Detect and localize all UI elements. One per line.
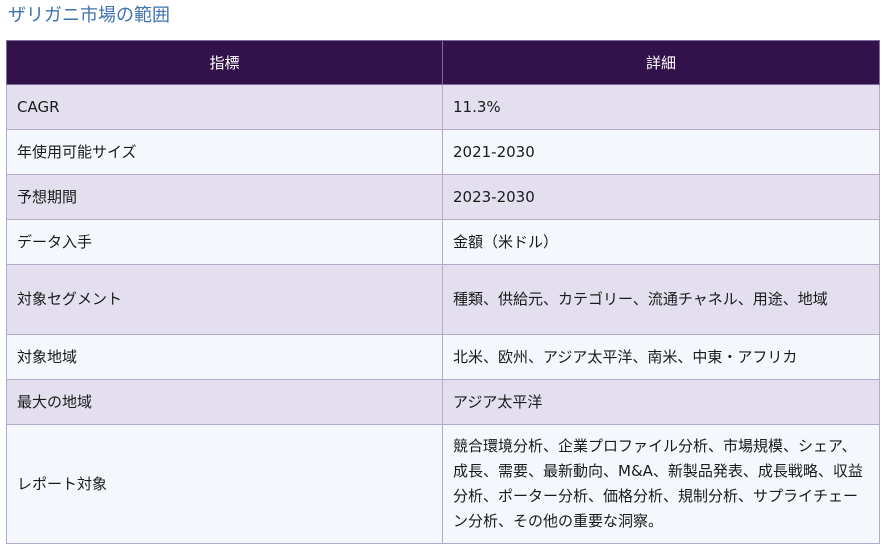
row-label: 対象地域 (6, 334, 443, 380)
column-header-metric: 指標 (6, 40, 443, 85)
row-label: レポート対象 (6, 424, 443, 544)
row-value: 北米、欧州、アジア太平洋、南米、中東・アフリカ (442, 334, 880, 380)
column-header-details: 詳細 (442, 40, 880, 85)
row-value: 競合環境分析、企業プロファイル分析、市場規模、シェア、成長、需要、最新動向、M&… (442, 424, 880, 544)
row-value: 種類、供給元、カテゴリー、流通チャネル、用途、地域 (442, 264, 880, 335)
table-row: CAGR 11.3% (6, 84, 880, 130)
row-value: 金額（米ドル） (442, 219, 880, 265)
table-row: 対象セグメント 種類、供給元、カテゴリー、流通チャネル、用途、地域 (6, 264, 880, 335)
table-row: データ入手 金額（米ドル） (6, 219, 880, 265)
table-row: 予想期間 2023-2030 (6, 174, 880, 220)
table-row: 最大の地域 アジア太平洋 (6, 379, 880, 425)
row-value: アジア太平洋 (442, 379, 880, 425)
row-value: 11.3% (442, 84, 880, 130)
row-label: 最大の地域 (6, 379, 443, 425)
row-value: 2023-2030 (442, 174, 880, 220)
row-label: データ入手 (6, 219, 443, 265)
market-scope-table: 指標 詳細 CAGR 11.3% 年使用可能サイズ 2021-2030 予想期間… (6, 40, 880, 544)
row-value: 2021-2030 (442, 129, 880, 175)
row-label: 年使用可能サイズ (6, 129, 443, 175)
row-label: 対象セグメント (6, 264, 443, 335)
row-label: CAGR (6, 84, 443, 130)
table-row: 年使用可能サイズ 2021-2030 (6, 129, 880, 175)
row-label: 予想期間 (6, 174, 443, 220)
table-row: 対象地域 北米、欧州、アジア太平洋、南米、中東・アフリカ (6, 334, 880, 380)
table-header-row: 指標 詳細 (6, 40, 880, 85)
table-row: レポート対象 競合環境分析、企業プロファイル分析、市場規模、シェア、成長、需要、… (6, 424, 880, 544)
page-title: ザリガニ市場の範囲 (8, 5, 170, 26)
